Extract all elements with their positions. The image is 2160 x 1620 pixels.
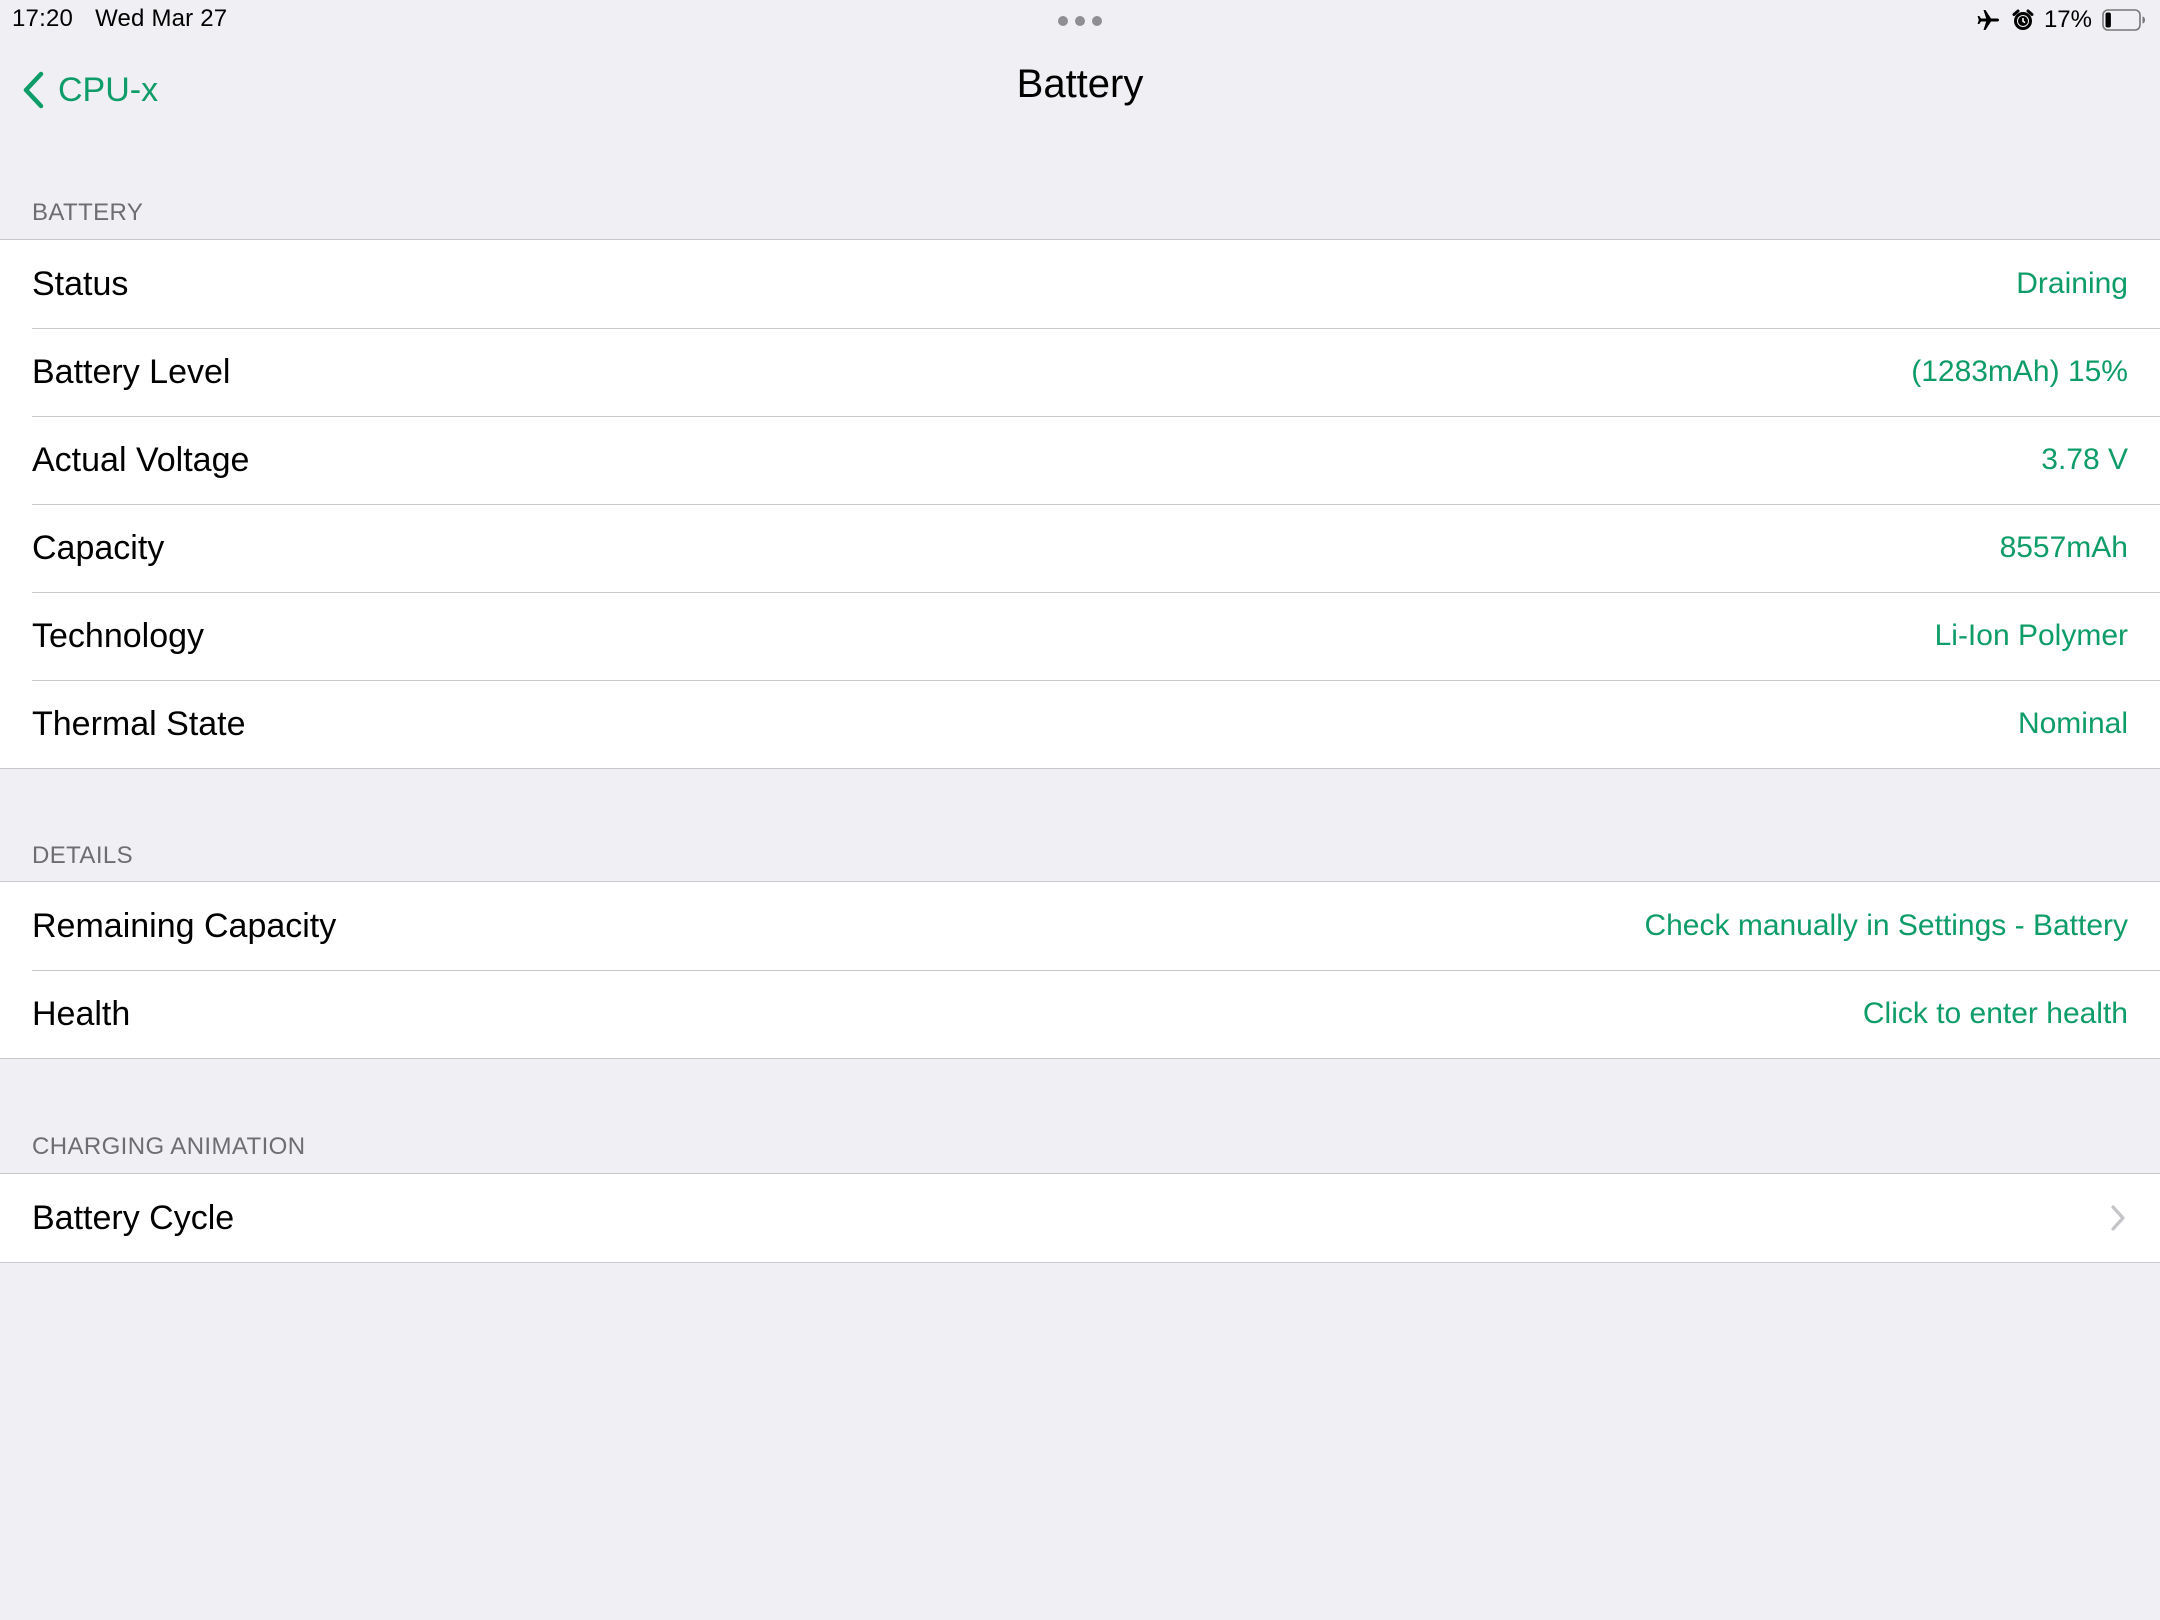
row-value: 8557mAh — [1999, 531, 2128, 564]
status-time-date: 17:20 Wed Mar 27 — [12, 5, 227, 33]
battery-group: Status Draining Battery Level (1283mAh) … — [0, 239, 2160, 769]
status-time: 17:20 — [12, 5, 74, 32]
airplane-icon — [1976, 9, 2000, 31]
row-label: Health — [32, 994, 131, 1033]
row-label: Thermal State — [32, 704, 246, 743]
navigation-bar: CPU-x Battery — [0, 40, 2160, 138]
row-value: Nominal — [2017, 707, 2128, 740]
row-label: Actual Voltage — [32, 440, 250, 479]
row-label: Battery Level — [32, 352, 231, 391]
row-thermal-state: Thermal State Nominal — [0, 680, 2160, 768]
row-capacity: Capacity 8557mAh — [0, 504, 2160, 592]
battery-percentage: 17% — [2043, 6, 2092, 33]
section-header-details: DETAILS — [32, 842, 134, 869]
multitasking-handle[interactable] — [1058, 16, 1102, 26]
multitask-dot — [1092, 16, 1102, 26]
row-battery-cycle[interactable]: Battery Cycle — [0, 1174, 2160, 1262]
status-date: Wed Mar 27 — [95, 5, 228, 32]
chevron-right-icon — [2110, 1204, 2126, 1232]
row-value: Li-Ion Polymer — [1934, 619, 2128, 652]
alarm-icon — [2012, 9, 2034, 31]
section-header-battery: BATTERY — [32, 199, 144, 226]
row-value: (1283mAh) 15% — [1911, 355, 2128, 388]
battery-icon — [2102, 9, 2146, 31]
status-bar: 17:20 Wed Mar 27 17% — [0, 0, 2160, 40]
row-value: Draining — [2016, 267, 2128, 300]
row-label: Capacity — [32, 528, 165, 567]
row-health[interactable]: Health Click to enter health — [0, 970, 2160, 1058]
row-battery-level: Battery Level (1283mAh) 15% — [0, 328, 2160, 416]
row-value: 3.78 V — [2041, 443, 2128, 476]
page-title: Battery — [1016, 62, 1144, 106]
row-status: Status Draining — [0, 240, 2160, 328]
row-label: Remaining Capacity — [32, 906, 337, 945]
row-value: Check manually in Settings - Battery — [1644, 909, 2128, 942]
row-value: Click to enter health — [1862, 997, 2128, 1030]
row-actual-voltage: Actual Voltage 3.78 V — [0, 416, 2160, 504]
status-indicators: 17% — [1976, 4, 2146, 36]
row-remaining-capacity[interactable]: Remaining Capacity Check manually in Set… — [0, 882, 2160, 970]
section-header-charging-animation: CHARGING ANIMATION — [32, 1133, 306, 1160]
row-label: Status — [32, 264, 129, 303]
charging-animation-group: Battery Cycle — [0, 1173, 2160, 1263]
row-technology: Technology Li-Ion Polymer — [0, 592, 2160, 680]
details-group: Remaining Capacity Check manually in Set… — [0, 881, 2160, 1059]
row-label: Technology — [32, 616, 205, 655]
multitask-dot — [1075, 16, 1085, 26]
row-label: Battery Cycle — [32, 1198, 235, 1237]
multitask-dot — [1058, 16, 1068, 26]
